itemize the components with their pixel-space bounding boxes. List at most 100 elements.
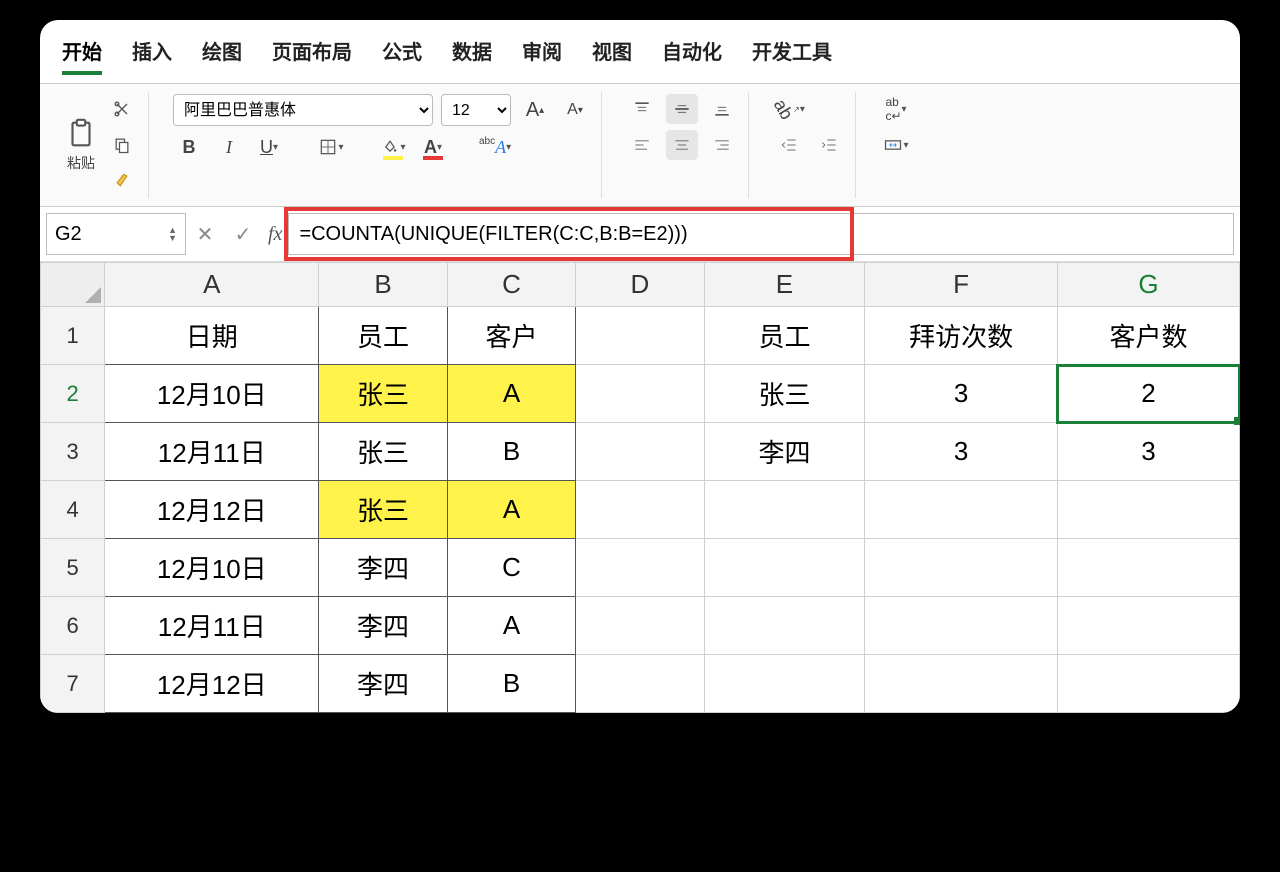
cell[interactable]: 客户 xyxy=(447,307,575,365)
orientation-button[interactable]: ab↗ ▾ xyxy=(773,94,805,124)
cell[interactable]: 张三 xyxy=(319,481,447,539)
cell[interactable] xyxy=(704,597,865,655)
cell[interactable]: 12月10日 xyxy=(105,539,319,597)
cell[interactable]: A xyxy=(447,365,575,423)
cell[interactable] xyxy=(1057,481,1239,539)
copy-icon[interactable] xyxy=(106,130,138,160)
cell[interactable]: 李四 xyxy=(319,539,447,597)
row-header-1[interactable]: 1 xyxy=(41,307,105,365)
col-header-E[interactable]: E xyxy=(704,263,865,307)
cancel-formula-icon[interactable]: ✕ xyxy=(186,222,224,247)
tab-formulas[interactable]: 公式 xyxy=(382,36,422,75)
cell[interactable]: 12月12日 xyxy=(105,481,319,539)
cell[interactable]: 员工 xyxy=(704,307,865,365)
cell[interactable] xyxy=(704,481,865,539)
align-left-icon[interactable] xyxy=(626,130,658,160)
cell[interactable]: 日期 xyxy=(105,307,319,365)
cell[interactable] xyxy=(704,539,865,597)
cell[interactable]: 张三 xyxy=(319,423,447,481)
cell[interactable]: A xyxy=(447,597,575,655)
col-header-C[interactable]: C xyxy=(447,263,575,307)
cut-icon[interactable] xyxy=(106,94,138,124)
decrease-indent-icon[interactable] xyxy=(773,130,805,160)
cell[interactable]: 12月11日 xyxy=(105,597,319,655)
cell[interactable]: 12月11日 xyxy=(105,423,319,481)
italic-button[interactable]: I xyxy=(213,132,245,162)
cell[interactable] xyxy=(865,539,1058,597)
cell[interactable] xyxy=(1057,597,1239,655)
cell[interactable]: 员工 xyxy=(319,307,447,365)
cell[interactable]: 3 xyxy=(865,365,1058,423)
cell[interactable]: A xyxy=(447,481,575,539)
font-family-select[interactable]: 阿里巴巴普惠体 xyxy=(173,94,433,126)
fx-label[interactable]: fx xyxy=(262,223,288,246)
decrease-font-icon[interactable]: A▾ xyxy=(559,95,591,125)
align-right-icon[interactable] xyxy=(706,130,738,160)
tab-data[interactable]: 数据 xyxy=(452,36,492,75)
cell[interactable] xyxy=(865,597,1058,655)
cell[interactable]: 3 xyxy=(1057,423,1239,481)
cell[interactable] xyxy=(576,307,704,365)
tab-home[interactable]: 开始 xyxy=(62,36,102,75)
cell[interactable]: 李四 xyxy=(319,597,447,655)
format-painter-icon[interactable] xyxy=(106,166,138,196)
cell[interactable]: 张三 xyxy=(319,365,447,423)
underline-button[interactable]: U ▾ xyxy=(253,132,285,162)
tab-view[interactable]: 视图 xyxy=(592,36,632,75)
align-center-icon[interactable] xyxy=(666,130,698,160)
row-header-2[interactable]: 2 xyxy=(41,365,105,423)
cell[interactable]: 12月10日 xyxy=(105,365,319,423)
cell[interactable] xyxy=(576,655,704,713)
cell[interactable]: 张三 xyxy=(704,365,865,423)
row-header-5[interactable]: 5 xyxy=(41,539,105,597)
font-color-button[interactable]: A ▾ xyxy=(417,132,449,162)
align-bottom-icon[interactable] xyxy=(706,94,738,124)
col-header-D[interactable]: D xyxy=(576,263,704,307)
col-header-F[interactable]: F xyxy=(865,263,1058,307)
spreadsheet-grid[interactable]: A B C D E F G 1 日期 员工 客户 员工 拜访次数 客户数 2 1… xyxy=(40,262,1240,713)
tab-layout[interactable]: 页面布局 xyxy=(272,36,352,75)
cell[interactable] xyxy=(576,539,704,597)
row-header-7[interactable]: 7 xyxy=(41,655,105,713)
cell[interactable]: 李四 xyxy=(319,655,447,713)
tab-review[interactable]: 审阅 xyxy=(522,36,562,75)
confirm-formula-icon[interactable]: ✓ xyxy=(224,222,262,247)
col-header-A[interactable]: A xyxy=(105,263,319,307)
font-size-select[interactable]: 12 xyxy=(441,94,511,126)
cell[interactable]: B xyxy=(447,423,575,481)
wrap-text-button[interactable]: abc↵ ▾ xyxy=(880,94,912,124)
borders-button[interactable]: ▾ xyxy=(315,132,347,162)
cell[interactable] xyxy=(865,655,1058,713)
cell[interactable] xyxy=(1057,655,1239,713)
name-box[interactable]: G2 ▲▼ xyxy=(46,213,186,255)
col-header-G[interactable]: G xyxy=(1057,263,1239,307)
row-header-3[interactable]: 3 xyxy=(41,423,105,481)
cell[interactable] xyxy=(576,481,704,539)
fill-color-button[interactable]: ▾ xyxy=(377,132,409,162)
cell[interactable] xyxy=(865,481,1058,539)
cell[interactable] xyxy=(576,423,704,481)
cell[interactable]: B xyxy=(447,655,575,713)
align-middle-icon[interactable] xyxy=(666,94,698,124)
cell[interactable]: 客户数 xyxy=(1057,307,1239,365)
cell[interactable] xyxy=(576,597,704,655)
col-header-B[interactable]: B xyxy=(319,263,447,307)
cell[interactable]: 李四 xyxy=(704,423,865,481)
bold-button[interactable]: B xyxy=(173,132,205,162)
cell[interactable] xyxy=(704,655,865,713)
merge-cells-button[interactable]: ▾ xyxy=(880,130,912,160)
tab-insert[interactable]: 插入 xyxy=(132,36,172,75)
tab-automate[interactable]: 自动化 xyxy=(662,36,722,75)
phonetic-button[interactable]: abcA ▾ xyxy=(479,132,511,162)
name-box-spinner-icon[interactable]: ▲▼ xyxy=(168,226,177,242)
cell[interactable]: 12月12日 xyxy=(105,655,319,713)
formula-input[interactable] xyxy=(288,213,1234,255)
increase-indent-icon[interactable] xyxy=(813,130,845,160)
cell[interactable]: C xyxy=(447,539,575,597)
cell[interactable] xyxy=(1057,539,1239,597)
paste-button[interactable]: 粘贴 xyxy=(64,117,98,173)
increase-font-icon[interactable]: A▴ xyxy=(519,95,551,125)
row-header-4[interactable]: 4 xyxy=(41,481,105,539)
cell[interactable]: 拜访次数 xyxy=(865,307,1058,365)
row-header-6[interactable]: 6 xyxy=(41,597,105,655)
